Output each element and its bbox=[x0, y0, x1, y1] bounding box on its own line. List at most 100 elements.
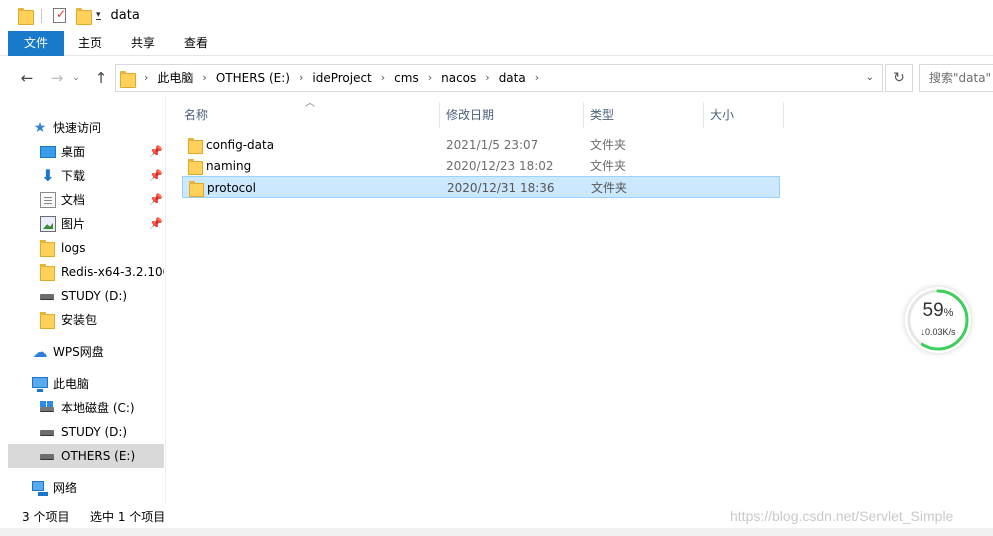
breadcrumb-separator[interactable]: › bbox=[485, 65, 489, 91]
folder-icon bbox=[40, 240, 56, 257]
percent-value: 59 bbox=[922, 300, 944, 321]
column-header-type[interactable]: 类型 bbox=[584, 102, 704, 128]
pictures-icon bbox=[40, 216, 56, 232]
column-header-name[interactable]: 名称 bbox=[178, 102, 440, 128]
ribbon-tabs: 文件 主页 共享 查看 bbox=[0, 31, 993, 56]
breadcrumb-separator[interactable]: › bbox=[381, 65, 385, 91]
system-drive-icon bbox=[40, 401, 54, 412]
sidebar-item-local-disk-c[interactable]: 本地磁盘 (C:) bbox=[8, 396, 164, 420]
address-bar[interactable]: › 此电脑 › OTHERS (E:) › ideProject › cms ›… bbox=[115, 64, 883, 92]
breadcrumb-separator[interactable]: › bbox=[202, 65, 206, 91]
sidebar-item-logs[interactable]: logs bbox=[8, 236, 164, 260]
sidebar-item-downloads[interactable]: ⬇ 下载 📌 bbox=[8, 164, 164, 188]
window-title: data bbox=[110, 8, 140, 23]
sidebar-item-label: 本地磁盘 (C:) bbox=[61, 401, 135, 415]
breadcrumb-data[interactable]: data bbox=[499, 65, 526, 91]
window-bottom-edge bbox=[0, 528, 993, 536]
folder-icon bbox=[40, 312, 56, 329]
breadcrumb-cms[interactable]: cms bbox=[394, 65, 419, 91]
file-name: protocol bbox=[207, 181, 256, 195]
recent-locations-button[interactable]: ⌄ bbox=[70, 66, 82, 90]
pin-icon: 📌 bbox=[149, 145, 163, 158]
breadcrumb-separator[interactable]: › bbox=[535, 65, 539, 91]
file-list: ︿ 名称 修改日期 类型 大小 config-data 2021/1/5 23:… bbox=[172, 96, 993, 504]
sidebar-item-study-d[interactable]: STUDY (D:) bbox=[8, 420, 164, 444]
sidebar-item-pictures[interactable]: 图片 📌 bbox=[8, 212, 164, 236]
title-bar: ▾ data bbox=[0, 0, 993, 31]
sidebar-item-label: STUDY (D:) bbox=[61, 289, 128, 303]
sidebar-item-others-e[interactable]: OTHERS (E:) bbox=[8, 444, 164, 468]
navigation-pane: ★ 快速访问 桌面 📌 ⬇ 下载 📌 文档 📌 图片 📌 logs Redis-… bbox=[8, 96, 166, 504]
cloud-icon: ☁ bbox=[32, 343, 48, 361]
quick-access-toolbar: ▾ bbox=[0, 0, 101, 31]
column-header-date[interactable]: 修改日期 bbox=[440, 102, 584, 128]
sidebar-item-network[interactable]: 网络 bbox=[8, 476, 164, 500]
navigation-bar: ← → ⌄ ↑ › 此电脑 › OTHERS (E:) › ideProject… bbox=[8, 62, 993, 94]
breadcrumb-separator[interactable]: › bbox=[144, 65, 148, 91]
breadcrumb-separator[interactable]: › bbox=[428, 65, 432, 91]
sidebar-item-label: WPS网盘 bbox=[53, 345, 104, 359]
tab-file[interactable]: 文件 bbox=[8, 31, 64, 56]
tab-view[interactable]: 查看 bbox=[175, 31, 217, 56]
file-name: naming bbox=[206, 159, 252, 173]
new-folder-icon[interactable] bbox=[76, 7, 92, 25]
speed-readout: ↓0.03K/s bbox=[920, 327, 956, 337]
table-row[interactable]: config-data 2021/1/5 23:07 文件夹 bbox=[182, 134, 780, 156]
pin-icon: 📌 bbox=[149, 193, 163, 206]
file-date: 2021/1/5 23:07 bbox=[446, 138, 539, 152]
sidebar-item-label: logs bbox=[61, 241, 86, 255]
folder-icon bbox=[188, 138, 203, 154]
breadcrumb-separator[interactable]: › bbox=[299, 65, 303, 91]
breadcrumb-ideproject[interactable]: ideProject bbox=[312, 65, 371, 91]
tab-home[interactable]: 主页 bbox=[70, 31, 110, 56]
customize-toolbar-dropdown[interactable]: ▾ bbox=[96, 10, 101, 20]
chevron-down-icon[interactable]: ⌄ bbox=[866, 72, 874, 83]
file-date: 2020/12/31 18:36 bbox=[447, 181, 555, 195]
download-icon: ⬇ bbox=[41, 166, 55, 185]
sidebar-item-wps-drive[interactable]: ☁ WPS网盘 bbox=[8, 340, 164, 364]
percent-readout: 59% bbox=[905, 300, 971, 322]
folder-icon bbox=[189, 181, 204, 197]
table-row[interactable]: naming 2020/12/23 18:02 文件夹 bbox=[182, 155, 780, 177]
pin-icon: 📌 bbox=[149, 217, 163, 230]
breadcrumb-this-pc[interactable]: 此电脑 bbox=[157, 65, 193, 91]
file-type: 文件夹 bbox=[591, 181, 628, 195]
forward-button[interactable]: → bbox=[46, 66, 68, 90]
breadcrumb-others-drive[interactable]: OTHERS (E:) bbox=[216, 65, 290, 91]
sidebar-item-label: 下载 bbox=[61, 169, 86, 183]
desktop-icon bbox=[40, 146, 56, 158]
table-row[interactable]: protocol 2020/12/31 18:36 文件夹 bbox=[182, 176, 780, 198]
sidebar-item-installers[interactable]: 安装包 bbox=[8, 308, 164, 332]
sidebar-item-study-quick[interactable]: STUDY (D:) bbox=[8, 284, 164, 308]
drive-icon bbox=[40, 430, 54, 436]
computer-icon bbox=[32, 377, 48, 392]
sidebar-item-this-pc[interactable]: 此电脑 bbox=[8, 372, 164, 396]
folder-icon bbox=[40, 264, 56, 281]
file-name: config-data bbox=[206, 138, 275, 152]
toolbar-divider bbox=[41, 8, 42, 23]
sidebar-item-documents[interactable]: 文档 📌 bbox=[8, 188, 164, 212]
sidebar-item-label: 文档 bbox=[61, 193, 86, 207]
breadcrumb-nacos[interactable]: nacos bbox=[441, 65, 476, 91]
sidebar-item-label: 桌面 bbox=[61, 145, 86, 159]
refresh-button[interactable]: ↻ bbox=[885, 64, 913, 92]
sidebar-item-redis[interactable]: Redis-x64-3.2.100 bbox=[8, 260, 164, 284]
back-button[interactable]: ← bbox=[16, 66, 38, 90]
star-icon: ★ bbox=[33, 120, 47, 136]
network-speed-widget[interactable]: 59% ↓0.03K/s bbox=[905, 287, 971, 353]
breadcrumb: › 此电脑 › OTHERS (E:) › ideProject › cms ›… bbox=[144, 65, 548, 91]
sidebar-item-quick-access[interactable]: ★ 快速访问 bbox=[8, 116, 164, 140]
properties-icon[interactable] bbox=[53, 7, 66, 23]
file-type: 文件夹 bbox=[590, 138, 627, 152]
search-input[interactable]: 搜索"data" bbox=[919, 64, 993, 92]
file-date: 2020/12/23 18:02 bbox=[446, 159, 554, 173]
folder-icon bbox=[188, 159, 203, 175]
sidebar-item-label: Redis-x64-3.2.100 bbox=[61, 265, 164, 279]
column-header-size[interactable]: 大小 bbox=[704, 102, 784, 128]
sidebar-item-desktop[interactable]: 桌面 📌 bbox=[8, 140, 164, 164]
up-button[interactable]: ↑ bbox=[90, 66, 112, 90]
tab-share[interactable]: 共享 bbox=[122, 31, 164, 56]
sidebar-item-label: 此电脑 bbox=[53, 377, 90, 391]
sidebar-item-label: OTHERS (E:) bbox=[61, 449, 136, 463]
sidebar-item-label: 快速访问 bbox=[53, 121, 102, 135]
